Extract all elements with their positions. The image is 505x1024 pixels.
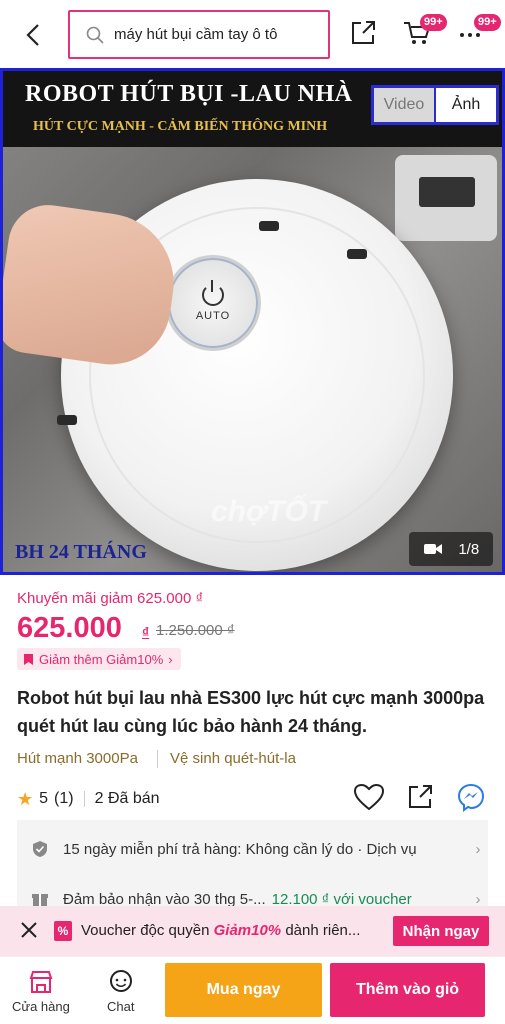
- power-icon: [202, 280, 224, 306]
- share-icon: [409, 785, 432, 808]
- chevron-right-icon: ›: [168, 651, 173, 667]
- discount-tag[interactable]: Giảm thêm Giảm10% ›: [17, 648, 181, 670]
- promo-line: Khuyến mãi giảm 625.000 ₫: [17, 590, 204, 607]
- voucher-icon: %: [54, 921, 72, 941]
- banner-subtitle: HÚT CỰC MẠNH - CẢM BIẾN THÔNG MINH: [33, 119, 328, 134]
- shop-button[interactable]: Cửa hàng: [12, 969, 70, 1014]
- banner-title: ROBOT HÚT BỤI -LAU NHÀ: [25, 81, 353, 107]
- feature-divider: [157, 750, 158, 768]
- rating-row: ★ 5 (1) 2 Đã bán: [17, 788, 160, 810]
- voucher-text-before: Voucher độc quyền: [81, 922, 214, 939]
- cart-badge: 99+: [420, 14, 447, 31]
- buy-now-button[interactable]: Mua ngay: [165, 963, 322, 1017]
- search-icon: [86, 26, 104, 44]
- currency-symbol: ₫: [142, 624, 150, 640]
- chat-button[interactable]: Chat: [107, 969, 134, 1014]
- video-camera-icon: [423, 544, 442, 554]
- rating-count[interactable]: (1): [54, 790, 74, 808]
- tab-video[interactable]: Video: [374, 88, 434, 122]
- sold-count: 2 Đã bán: [94, 790, 160, 807]
- share-button[interactable]: [346, 16, 380, 50]
- discount-tag-text: Giảm thêm Giảm10%: [39, 651, 164, 667]
- guarantee-voucher: 12.100 ₫ với voucher: [271, 890, 412, 908]
- star-icon: ★: [17, 788, 34, 809]
- rating-divider: [83, 791, 85, 807]
- claim-voucher-button[interactable]: Nhận ngay: [393, 916, 489, 946]
- image-counter-text: 1/8: [458, 540, 480, 558]
- inset-product-image: [395, 155, 497, 241]
- return-policy-row[interactable]: 15 ngày miễn phí trả hàng: Không cần lý …: [17, 826, 488, 872]
- favorite-button[interactable]: [352, 780, 386, 814]
- media-toggle: Video Ảnh: [371, 85, 499, 125]
- more-badge: 99+: [474, 14, 501, 31]
- old-price: 1.250.000 ₫: [156, 622, 235, 639]
- auto-button-image: AUTO: [165, 255, 261, 351]
- service-info: 15 ngày miễn phí trả hàng: Không cần lý …: [17, 820, 488, 910]
- side-brush: [259, 221, 279, 231]
- rating-value: 5: [39, 790, 49, 807]
- voucher-highlight: Giảm10%: [213, 922, 282, 939]
- shield-icon: [33, 841, 47, 857]
- return-policy-text: 15 ngày miễn phí trả hàng: Không cần lý …: [63, 840, 417, 858]
- guarantee-text: Đảm bảo nhận vào 30 thg 5-...: [63, 890, 266, 908]
- voucher-text: Voucher độc quyền Giảm10% dành riên...: [81, 922, 360, 939]
- search-query: máy hút bụi cầm tay ô tô: [114, 26, 278, 43]
- voucher-text-after: dành riên...: [281, 922, 361, 939]
- product-gallery[interactable]: ROBOT HÚT BỤI -LAU NHÀ HÚT CỰC MẠNH - CẢ…: [0, 68, 505, 575]
- bookmark-icon: [24, 653, 33, 665]
- voucher-bar: % Voucher độc quyền Giảm10% dành riên...…: [0, 906, 505, 956]
- dustbin-image: [419, 177, 475, 207]
- messenger-icon: [457, 783, 485, 812]
- product-title: Robot hút bụi lau nhà ES300 lực hút cực …: [17, 688, 485, 736]
- chevron-right-icon: ›: [475, 840, 481, 858]
- side-brush: [57, 415, 77, 425]
- price: 625.000: [17, 612, 122, 644]
- top-bar: máy hút bụi cầm tay ô tô 99+ 99+: [0, 0, 505, 68]
- shop-label: Cửa hàng: [12, 999, 70, 1014]
- side-brush: [347, 249, 367, 259]
- warranty-label: BH 24 THÁNG: [15, 541, 147, 563]
- heart-icon: [353, 783, 385, 811]
- chat-icon: [109, 970, 132, 992]
- share-product-button[interactable]: [403, 780, 437, 814]
- close-icon[interactable]: [20, 921, 38, 939]
- chevron-right-icon: ›: [475, 890, 481, 908]
- shop-icon: [29, 971, 53, 993]
- back-button[interactable]: [18, 18, 48, 52]
- add-to-cart-button[interactable]: Thêm vào giỏ: [330, 963, 485, 1017]
- chevron-left-icon: [26, 24, 39, 46]
- feature-tag: Hút mạnh 3000Pa: [17, 750, 138, 767]
- delivery-guarantee-text: Đảm bảo nhận vào 30 thg 5-... 12.100 ₫ vớ…: [63, 891, 468, 908]
- share-icon: [352, 21, 375, 44]
- messenger-button[interactable]: [454, 780, 488, 814]
- chat-label: Chat: [107, 999, 135, 1014]
- auto-label: AUTO: [195, 310, 231, 322]
- watermark: chợTỐT: [211, 495, 327, 528]
- feature-tag: Vệ sinh quét-hút-la: [170, 750, 296, 767]
- image-counter: 1/8: [409, 532, 493, 566]
- search-input[interactable]: máy hút bụi cầm tay ô tô: [68, 10, 330, 59]
- bottom-action-bar: Cửa hàng Chat Mua ngay Thêm vào giỏ: [0, 956, 505, 1024]
- tab-image[interactable]: Ảnh: [436, 88, 496, 122]
